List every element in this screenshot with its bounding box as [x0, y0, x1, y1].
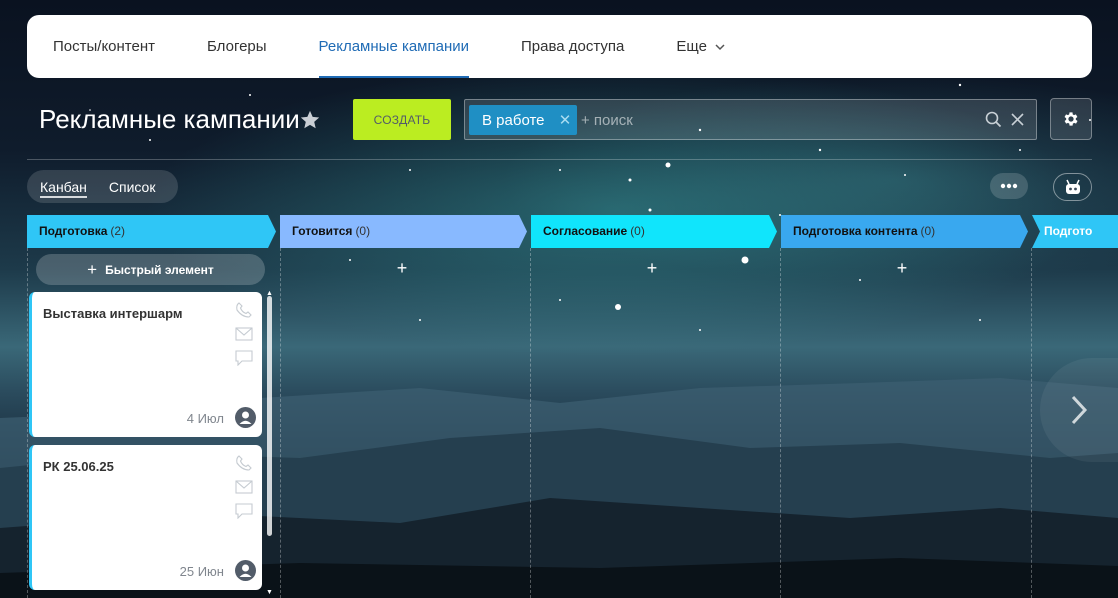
chip-remove-icon[interactable]: ✕ [553, 105, 577, 135]
close-icon[interactable] [1010, 112, 1025, 127]
comment-icon[interactable] [235, 503, 253, 519]
view-kanban[interactable]: Канбан [40, 179, 87, 198]
column-title: Готовится [292, 224, 353, 238]
column-separator [280, 248, 281, 598]
add-item-plus-icon[interactable]: + [895, 259, 909, 277]
kanban-card[interactable]: РК 25.06.25 25 Июн [29, 445, 262, 590]
filter-chip[interactable]: В работе ✕ [469, 105, 577, 135]
column-count: (2) [110, 224, 126, 238]
more-button[interactable] [990, 173, 1028, 199]
gear-icon [1064, 112, 1078, 126]
column-header-partial[interactable]: Подгото [1032, 215, 1118, 247]
card-actions [235, 302, 253, 375]
card-title[interactable]: РК 25.06.25 [43, 459, 114, 474]
column-title: Согласование [543, 224, 628, 238]
page-title: Рекламные кампании [39, 104, 300, 134]
robots-button[interactable] [1053, 173, 1092, 201]
tab-more[interactable]: Еще [676, 15, 725, 78]
mail-icon[interactable] [235, 480, 253, 494]
column-title: Подготовка контента [793, 224, 918, 238]
settings-button[interactable] [1050, 98, 1092, 140]
user-icon[interactable] [235, 560, 256, 581]
top-nav-tabs: Посты/контент Блогеры Рекламные кампании… [27, 15, 1092, 78]
search-icon[interactable] [985, 111, 1002, 128]
user-icon[interactable] [235, 407, 256, 428]
comment-icon[interactable] [235, 350, 253, 366]
tab-bloggers[interactable]: Блогеры [207, 15, 267, 78]
phone-icon[interactable] [235, 455, 253, 471]
plus-icon: + [87, 259, 98, 279]
card-date: 25 Июн [179, 564, 224, 579]
kanban-card[interactable]: Выставка интершарм 4 Июл [29, 292, 262, 437]
column-header-approval[interactable]: Согласование (0) [531, 215, 769, 247]
column-separator [27, 248, 28, 598]
view-switcher: Канбан Список [27, 170, 178, 203]
add-item-plus-icon[interactable]: + [395, 259, 409, 277]
chevron-down-icon [715, 43, 725, 50]
search-filter-box[interactable]: В работе ✕ [464, 99, 1037, 140]
star-icon[interactable] [299, 109, 321, 131]
create-button[interactable]: СОЗДАТЬ [353, 99, 451, 140]
view-list[interactable]: Список [109, 179, 156, 195]
card-date: 4 Июл [186, 411, 224, 426]
quick-add-label: Быстрый элемент [105, 262, 214, 277]
chevron-right-icon [1071, 395, 1088, 425]
ellipsis-icon [1000, 183, 1018, 189]
column-count: (0) [355, 224, 371, 238]
header-divider [27, 159, 1092, 160]
phone-icon[interactable] [235, 302, 253, 318]
column-separator [1031, 248, 1032, 598]
column-count: (0) [630, 224, 645, 238]
column-title: Подготовка [39, 224, 108, 238]
mail-icon[interactable] [235, 327, 253, 341]
column-scrollbar[interactable] [267, 296, 272, 536]
search-input[interactable] [581, 105, 981, 135]
column-header-content-prep[interactable]: Подготовка контента (0) [781, 215, 1019, 247]
column-header-preparation[interactable]: Подготовка (2) [27, 215, 267, 247]
filter-chip-label: В работе [482, 111, 545, 129]
card-actions [235, 455, 253, 528]
column-separator [780, 248, 781, 598]
scroll-down-arrow[interactable]: ▼ [266, 589, 273, 596]
quick-add-button[interactable]: + Быстрый элемент [36, 254, 265, 285]
column-separator [530, 248, 531, 598]
card-title[interactable]: Выставка интершарм [43, 306, 183, 321]
robot-icon [1065, 179, 1080, 194]
column-title: Подгото [1044, 224, 1093, 238]
tab-access-rights[interactable]: Права доступа [521, 15, 624, 78]
add-item-plus-icon[interactable]: + [645, 259, 659, 277]
column-header-getting-ready[interactable]: Готовится (0) [280, 215, 518, 247]
tab-posts[interactable]: Посты/контент [53, 15, 155, 78]
column-count: (0) [920, 224, 936, 238]
tab-ad-campaigns[interactable]: Рекламные кампании [318, 15, 470, 78]
